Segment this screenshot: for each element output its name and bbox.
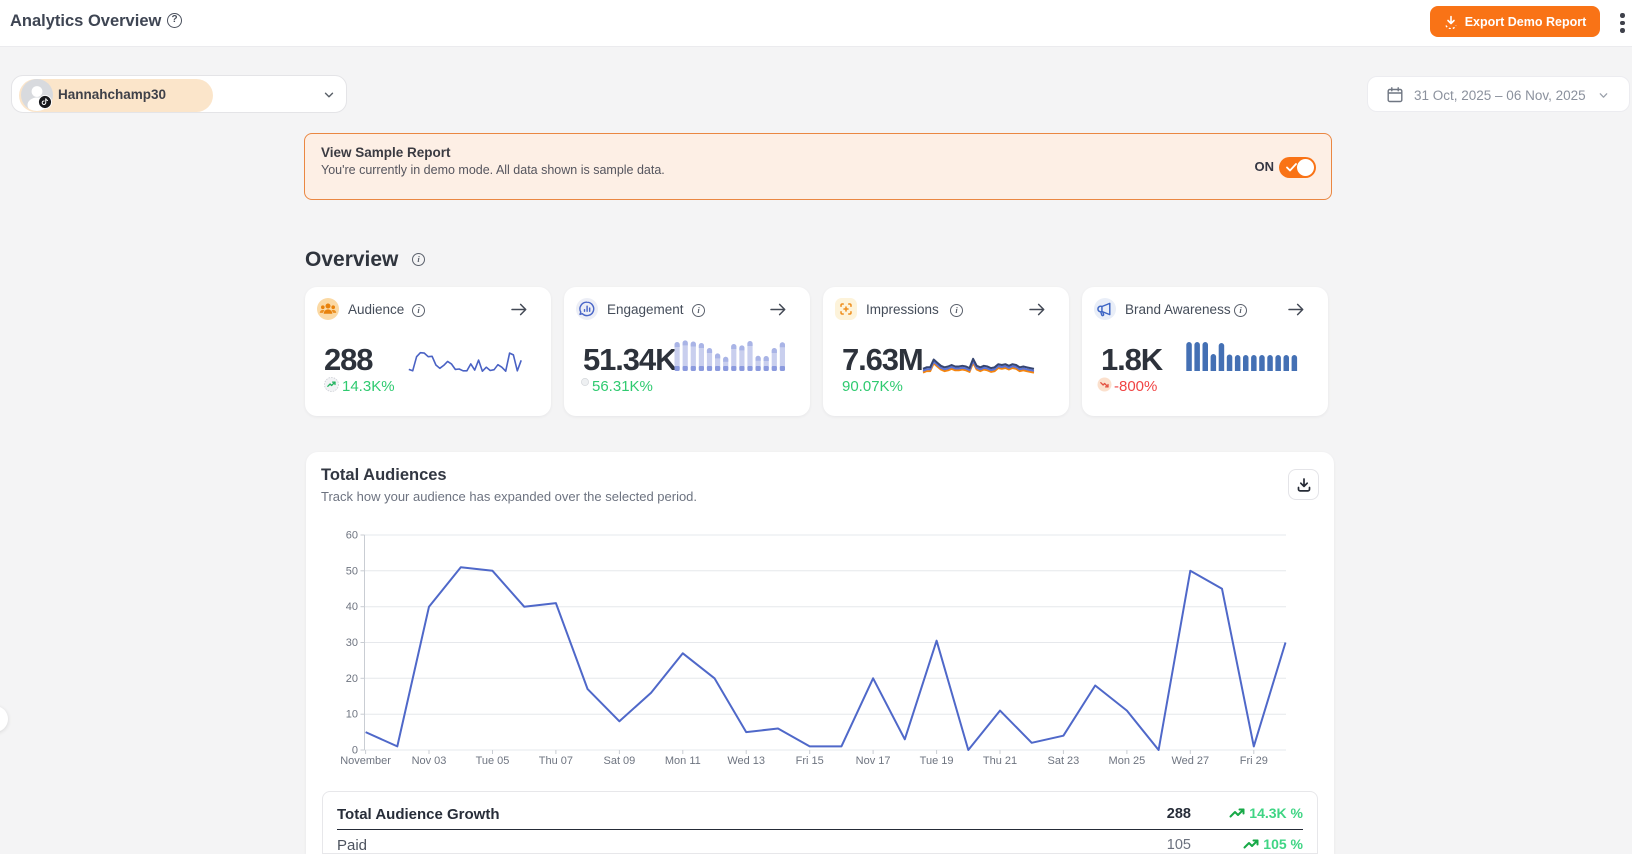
- svg-text:Wed 13: Wed 13: [727, 755, 765, 767]
- svg-text:Tue 19: Tue 19: [920, 755, 954, 767]
- svg-text:40: 40: [346, 601, 358, 613]
- svg-text:Thu 21: Thu 21: [983, 755, 1017, 767]
- svg-text:20: 20: [346, 673, 358, 685]
- svg-text:50: 50: [346, 565, 358, 577]
- svg-text:60: 60: [346, 530, 358, 542]
- svg-text:Fri 15: Fri 15: [796, 755, 824, 767]
- svg-text:Fri 29: Fri 29: [1240, 755, 1268, 767]
- svg-text:Thu 07: Thu 07: [539, 755, 573, 767]
- svg-text:10: 10: [346, 709, 358, 721]
- svg-text:Sat 09: Sat 09: [603, 755, 635, 767]
- svg-text:Mon 11: Mon 11: [665, 755, 701, 767]
- svg-text:Nov 03: Nov 03: [412, 755, 447, 767]
- svg-text:Mon 25: Mon 25: [1109, 755, 1146, 767]
- svg-text:Wed 27: Wed 27: [1171, 755, 1209, 767]
- svg-text:Nov 17: Nov 17: [856, 755, 891, 767]
- svg-text:Tue 05: Tue 05: [476, 755, 510, 767]
- svg-text:November: November: [340, 755, 391, 767]
- svg-text:30: 30: [346, 637, 358, 649]
- svg-text:Sat 23: Sat 23: [1047, 755, 1079, 767]
